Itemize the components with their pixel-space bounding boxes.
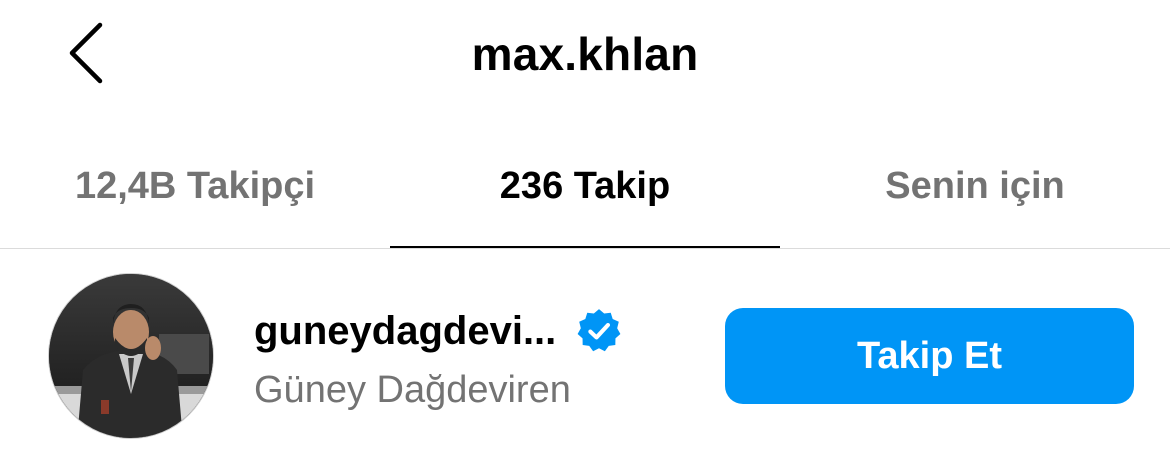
- username-line: guneydagdevi...: [254, 306, 622, 356]
- tab-bar: 12,4B Takipçi 236 Takip Senin için: [0, 130, 1170, 248]
- avatar[interactable]: [48, 273, 214, 439]
- tab-for-you[interactable]: Senin için: [780, 130, 1170, 248]
- tab-divider: [0, 248, 1170, 249]
- tab-for-you-label: Senin için: [885, 165, 1065, 207]
- list-item: guneydagdevi... Güney Dağdeviren Takip E…: [0, 270, 1170, 440]
- tab-following[interactable]: 236 Takip: [390, 130, 780, 248]
- top-navigation-bar: max.khlan: [0, 0, 1170, 110]
- full-name: Güney Dağdeviren: [254, 369, 571, 411]
- follow-button[interactable]: Takip Et: [725, 308, 1134, 404]
- tab-following-label: 236 Takip: [499, 165, 671, 207]
- tab-followers-label: 12,4B Takipçi: [74, 165, 316, 207]
- tab-followers[interactable]: 12,4B Takipçi: [0, 130, 390, 248]
- page-title: max.khlan: [471, 28, 699, 80]
- username: guneydagdevi...: [254, 309, 557, 353]
- verified-badge-icon: [577, 309, 621, 352]
- user-info[interactable]: guneydagdevi... Güney Dağdeviren: [254, 306, 622, 414]
- avatar-image: [49, 274, 213, 438]
